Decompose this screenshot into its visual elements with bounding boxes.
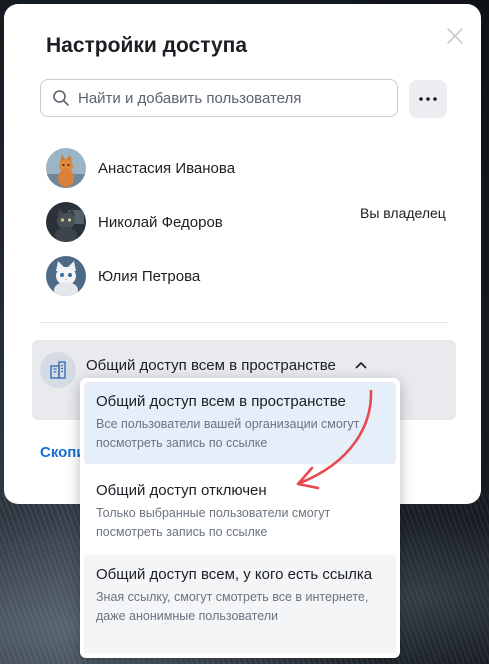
option-description: Все пользователи вашей организации смогу… [96, 417, 360, 450]
option-title: Общий доступ всем, у кого есть ссылка [96, 566, 373, 583]
avatar [46, 148, 86, 188]
cat-avatar-dark-icon [46, 202, 86, 242]
building-icon [40, 352, 76, 388]
more-options-button[interactable] [409, 80, 447, 118]
dialog-title: Настройки доступа [46, 34, 248, 57]
divider [40, 322, 448, 323]
search-input[interactable] [78, 89, 397, 107]
user-row[interactable]: Анастасия Иванова [46, 148, 235, 188]
user-name: Николай Федоров [98, 213, 223, 231]
avatar [46, 256, 86, 296]
avatar [46, 202, 86, 242]
cat-avatar-orange-icon [46, 148, 86, 188]
owner-label: Вы владелец [360, 205, 446, 221]
access-option-disabled[interactable]: Общий доступ отключен Только выбранные п… [84, 471, 396, 547]
option-title: Общий доступ отключен [96, 482, 267, 499]
user-name: Анастасия Иванова [98, 159, 236, 177]
close-icon[interactable] [445, 26, 465, 46]
user-name: Юлия Петрова [98, 267, 201, 285]
chevron-up-icon[interactable] [355, 360, 367, 370]
access-option-space[interactable]: Общий доступ всем в пространстве Все пол… [84, 382, 396, 464]
access-options-menu: Общий доступ всем в пространстве Все пол… [80, 378, 400, 658]
search-icon [53, 90, 69, 106]
option-description: Зная ссылку, смогут смотреть все в интер… [96, 590, 369, 623]
user-row[interactable]: Юлия Петрова [46, 256, 200, 296]
access-option-anyone-with-link[interactable]: Общий доступ всем, у кого есть ссылка Зн… [84, 555, 396, 653]
cat-avatar-white-icon [46, 256, 86, 296]
search-field[interactable] [40, 79, 398, 117]
user-row[interactable]: Николай Федоров [46, 202, 223, 242]
option-title: Общий доступ всем в пространстве [96, 393, 346, 410]
access-level-selector[interactable]: Общий доступ всем в пространстве [86, 357, 336, 374]
copy-link-button[interactable]: Скопировать ссылку [40, 444, 84, 461]
more-horizontal-icon [419, 97, 437, 101]
option-description: Только выбранные пользователи смогут пос… [96, 506, 331, 539]
